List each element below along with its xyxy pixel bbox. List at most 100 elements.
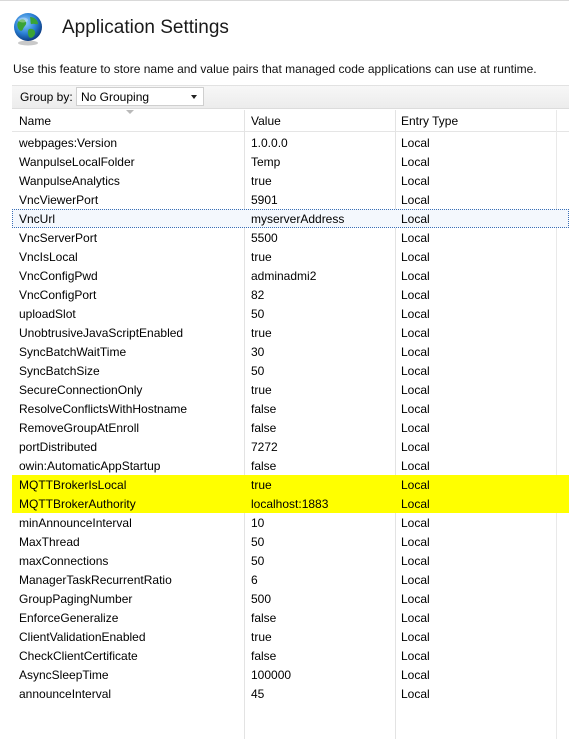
setting-name: WanpulseAnalytics — [19, 174, 120, 188]
setting-value: localhost:1883 — [251, 497, 329, 511]
setting-name: ClientValidationEnabled — [19, 630, 146, 644]
setting-name: VncViewerPort — [19, 193, 99, 207]
group-by-label: Group by: — [20, 90, 73, 104]
setting-value: true — [251, 630, 272, 644]
setting-name: WanpulseLocalFolder — [19, 155, 135, 169]
settings-list[interactable]: Name Value Entry Type webpages:Version 1.… — [12, 110, 569, 739]
table-row[interactable]: uploadSlot 50 Local — [12, 304, 569, 323]
table-row[interactable]: MaxThread 50 Local — [12, 532, 569, 551]
table-row[interactable]: ResolveConflictsWithHostname false Local — [12, 399, 569, 418]
setting-name: MQTTBrokerAuthority — [19, 497, 136, 511]
setting-value: 100000 — [251, 668, 292, 682]
chevron-down-icon[interactable] — [191, 95, 197, 99]
table-row[interactable]: WanpulseAnalytics true Local — [12, 171, 569, 190]
setting-name: AsyncSleepTime — [19, 668, 109, 682]
setting-name: portDistributed — [19, 440, 98, 454]
setting-name: SyncBatchWaitTime — [19, 345, 127, 359]
setting-value: Temp — [251, 155, 281, 169]
setting-name: VncIsLocal — [19, 250, 78, 264]
table-row[interactable]: owin:AutomaticAppStartup false Local — [12, 456, 569, 475]
table-row[interactable]: UnobtrusiveJavaScriptEnabled true Local — [12, 323, 569, 342]
entry-type: Local — [401, 345, 430, 359]
setting-value: 7272 — [251, 440, 278, 454]
entry-type: Local — [401, 307, 430, 321]
setting-value: 6 — [251, 573, 258, 587]
table-row[interactable]: portDistributed 7272 Local — [12, 437, 569, 456]
table-row[interactable]: EnforceGeneralize false Local — [12, 608, 569, 627]
setting-name: ResolveConflictsWithHostname — [19, 402, 188, 416]
table-row[interactable]: ClientValidationEnabled true Local — [12, 627, 569, 646]
entry-type: Local — [401, 459, 430, 473]
setting-value: true — [251, 478, 272, 492]
setting-value: myserverAddress — [251, 212, 345, 226]
setting-name: maxConnections — [19, 554, 109, 568]
setting-name: VncUrl — [19, 212, 56, 226]
setting-name: VncServerPort — [19, 231, 98, 245]
setting-name: owin:AutomaticAppStartup — [19, 459, 161, 473]
setting-value: true — [251, 250, 272, 264]
table-row[interactable]: webpages:Version 1.0.0.0 Local — [12, 133, 569, 152]
setting-name: UnobtrusiveJavaScriptEnabled — [19, 326, 184, 340]
setting-name: webpages:Version — [19, 136, 118, 150]
entry-type: Local — [401, 174, 430, 188]
column-header-entry-type[interactable]: Entry Type — [401, 114, 458, 128]
page-header: Application Settings — [0, 0, 569, 58]
table-row[interactable]: VncIsLocal true Local — [12, 247, 569, 266]
table-row[interactable]: MQTTBrokerIsLocal true Local — [12, 475, 569, 494]
table-row[interactable]: GroupPagingNumber 500 Local — [12, 589, 569, 608]
table-row[interactable]: VncViewerPort 5901 Local — [12, 190, 569, 209]
setting-name: uploadSlot — [19, 307, 76, 321]
table-row[interactable]: AsyncSleepTime 100000 Local — [12, 665, 569, 684]
entry-type: Local — [401, 231, 430, 245]
entry-type: Local — [401, 269, 430, 283]
entry-type: Local — [401, 440, 430, 454]
setting-value: 30 — [251, 345, 265, 359]
table-row[interactable]: RemoveGroupAtEnroll false Local — [12, 418, 569, 437]
table-row[interactable]: CheckClientCertificate false Local — [12, 646, 569, 665]
entry-type: Local — [401, 136, 430, 150]
entry-type: Local — [401, 535, 430, 549]
table-row[interactable]: VncConfigPort 82 Local — [12, 285, 569, 304]
setting-value: 10 — [251, 516, 265, 530]
table-row[interactable]: SecureConnectionOnly true Local — [12, 380, 569, 399]
table-row[interactable]: ManagerTaskRecurrentRatio 6 Local — [12, 570, 569, 589]
entry-type: Local — [401, 554, 430, 568]
setting-name: RemoveGroupAtEnroll — [19, 421, 140, 435]
entry-type: Local — [401, 155, 430, 169]
column-header-name[interactable]: Name — [19, 114, 51, 128]
table-row[interactable]: announceInterval 45 Local — [12, 684, 569, 703]
entry-type: Local — [401, 478, 430, 492]
sort-indicator-icon — [126, 110, 134, 114]
globe-icon — [12, 12, 44, 46]
entry-type: Local — [401, 288, 430, 302]
group-by-toolbar: Group by: No Grouping — [12, 85, 569, 109]
table-row[interactable]: VncUrl myserverAddress Local — [12, 209, 569, 228]
table-row[interactable]: SyncBatchWaitTime 30 Local — [12, 342, 569, 361]
entry-type: Local — [401, 212, 430, 226]
setting-value: adminadmi2 — [251, 269, 317, 283]
setting-name: MaxThread — [19, 535, 80, 549]
table-row[interactable]: SyncBatchSize 50 Local — [12, 361, 569, 380]
group-by-dropdown[interactable]: No Grouping — [76, 87, 204, 106]
table-row[interactable]: WanpulseLocalFolder Temp Local — [12, 152, 569, 171]
setting-value: false — [251, 649, 277, 663]
setting-value: 45 — [251, 687, 265, 701]
setting-value: 50 — [251, 364, 265, 378]
entry-type: Local — [401, 193, 430, 207]
table-row[interactable]: maxConnections 50 Local — [12, 551, 569, 570]
setting-value: 82 — [251, 288, 265, 302]
setting-value: false — [251, 402, 277, 416]
setting-value: 50 — [251, 307, 265, 321]
setting-name: MQTTBrokerIsLocal — [19, 478, 127, 492]
entry-type: Local — [401, 687, 430, 701]
table-row[interactable]: minAnnounceInterval 10 Local — [12, 513, 569, 532]
setting-value: false — [251, 459, 277, 473]
setting-name: EnforceGeneralize — [19, 611, 119, 625]
entry-type: Local — [401, 326, 430, 340]
table-row[interactable]: VncServerPort 5500 Local — [12, 228, 569, 247]
table-row[interactable]: MQTTBrokerAuthority localhost:1883 Local — [12, 494, 569, 513]
column-header-value[interactable]: Value — [251, 114, 281, 128]
table-row[interactable]: VncConfigPwd adminadmi2 Local — [12, 266, 569, 285]
setting-value: 50 — [251, 554, 265, 568]
entry-type: Local — [401, 668, 430, 682]
